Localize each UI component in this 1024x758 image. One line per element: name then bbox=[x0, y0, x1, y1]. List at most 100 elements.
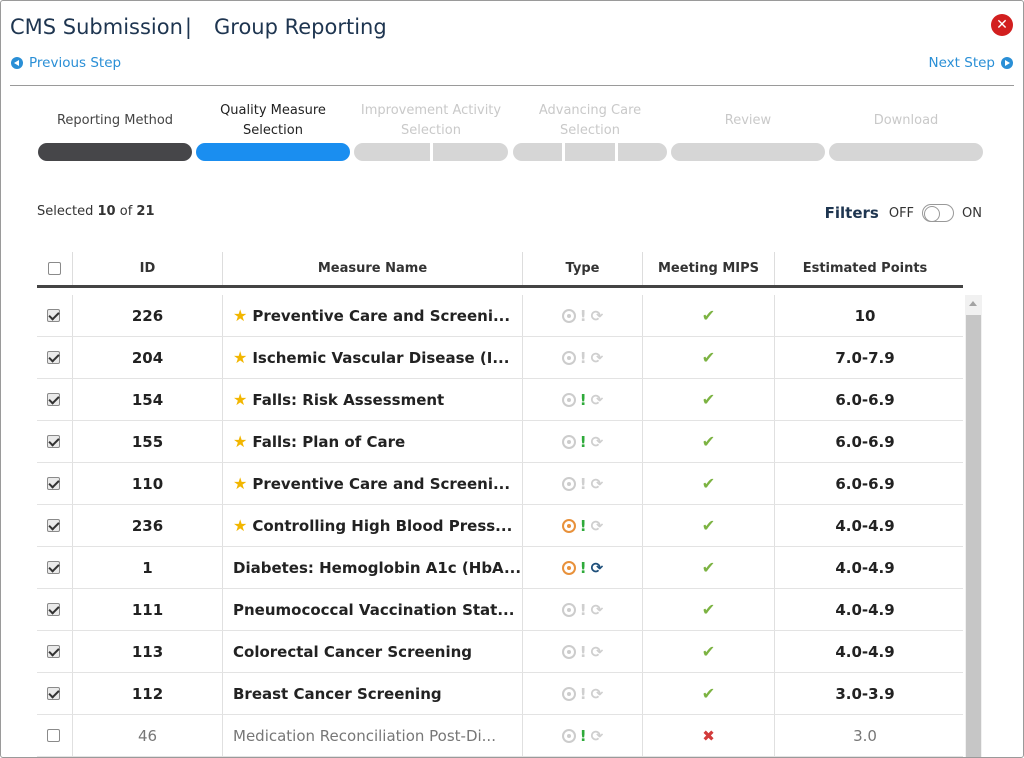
table-row[interactable]: 226 ★ Preventive Care and Screeni...! ⟳ ✔ 10 bbox=[37, 295, 963, 337]
row-checkbox[interactable] bbox=[47, 435, 60, 448]
row-checkbox[interactable] bbox=[47, 603, 60, 616]
previous-step-link[interactable]: Previous Step bbox=[11, 55, 121, 71]
row-checkbox-cell bbox=[37, 673, 73, 714]
measure-id: 226 bbox=[73, 295, 223, 336]
next-step-link[interactable]: Next Step bbox=[929, 55, 1013, 71]
sync-icon: ⟳ bbox=[590, 684, 604, 703]
measure-name[interactable]: Colorectal Cancer Screening bbox=[233, 643, 472, 661]
measure-name[interactable]: Medication Reconciliation Post-Di... bbox=[233, 727, 496, 745]
column-header-measure-name[interactable]: Measure Name bbox=[223, 252, 523, 285]
step-label: Review bbox=[724, 113, 772, 128]
step-progress-bar bbox=[671, 143, 825, 161]
select-all-cell bbox=[37, 252, 73, 285]
estimated-points: 4.0-4.9 bbox=[835, 516, 895, 535]
measure-id: 155 bbox=[73, 421, 223, 462]
measure-type-cell: ! ⟳ bbox=[523, 337, 643, 378]
measure-type-cell: ! ⟳ bbox=[523, 631, 643, 672]
measure-type-cell: ! ⟳ bbox=[523, 673, 643, 714]
table-row[interactable]: 113 Colorectal Cancer Screening! ⟳ ✔ 4.0-4.9 bbox=[37, 631, 963, 673]
row-checkbox[interactable] bbox=[47, 351, 60, 364]
measure-name[interactable]: Breast Cancer Screening bbox=[233, 685, 442, 703]
table-row[interactable]: 236 ★ Controlling High Blood Press...! ⟳ ✔ 4.… bbox=[37, 505, 963, 547]
table-row[interactable]: 204 ★ Ischemic Vascular Disease (I...! ⟳ ✔ 7.… bbox=[37, 337, 963, 379]
table-row[interactable]: 110 ★ Preventive Care and Screeni...! ⟳ ✔ 6.0… bbox=[37, 463, 963, 505]
step-improvement-activity-selection[interactable]: Improvement Activity Selection bbox=[354, 99, 508, 165]
estimated-points: 3.0-3.9 bbox=[835, 684, 895, 703]
table-row[interactable]: 46 Medication Reconciliation Post-Di...! ⟳… bbox=[37, 715, 963, 757]
select-all-checkbox[interactable] bbox=[48, 262, 61, 275]
measure-name-cell: ★ Controlling High Blood Press... bbox=[223, 505, 523, 546]
measure-name-cell: Diabetes: Hemoglobin A1c (HbA... bbox=[223, 547, 523, 588]
sync-icon: ⟳ bbox=[590, 432, 604, 451]
column-header-meeting-mips[interactable]: Meeting MIPS bbox=[643, 252, 775, 285]
measure-type-cell: ! ⟳ bbox=[523, 589, 643, 630]
table-row[interactable]: 1 Diabetes: Hemoglobin A1c (HbA...! ⟳ ✔ 4.0-… bbox=[37, 547, 963, 589]
measure-id: 204 bbox=[73, 337, 223, 378]
measure-name[interactable]: Ischemic Vascular Disease (I... bbox=[252, 349, 509, 367]
row-checkbox[interactable] bbox=[47, 519, 60, 532]
row-checkbox[interactable] bbox=[47, 729, 60, 742]
column-header-estimated-points[interactable]: Estimated Points bbox=[775, 252, 955, 285]
selection-summary: Selected 10 of 21 bbox=[37, 204, 155, 219]
row-checkbox[interactable] bbox=[47, 687, 60, 700]
column-header-type[interactable]: Type bbox=[523, 252, 643, 285]
x-icon: ✖ bbox=[702, 726, 715, 745]
measure-id: 112 bbox=[73, 673, 223, 714]
check-icon: ✔ bbox=[701, 348, 716, 367]
star-icon: ★ bbox=[233, 432, 248, 451]
check-icon: ✔ bbox=[701, 516, 716, 535]
estimated-points: 6.0-6.9 bbox=[835, 432, 895, 451]
step-progress-bar bbox=[38, 143, 192, 161]
step-review[interactable]: Review bbox=[671, 99, 825, 165]
table-row[interactable]: 155 ★ Falls: Plan of Care! ⟳ ✔ 6.0-6.9 bbox=[37, 421, 963, 463]
measure-name[interactable]: Diabetes: Hemoglobin A1c (HbA... bbox=[233, 559, 521, 577]
step-label: Advancing Care Selection bbox=[538, 103, 642, 138]
check-icon: ✔ bbox=[701, 558, 716, 577]
measure-name[interactable]: Falls: Plan of Care bbox=[252, 433, 405, 451]
measure-name[interactable]: Pneumococcal Vaccination Stat... bbox=[233, 601, 514, 619]
sync-icon: ⟳ bbox=[590, 726, 604, 745]
measure-name-cell: ★ Preventive Care and Screeni... bbox=[223, 295, 523, 336]
close-icon[interactable]: ✕ bbox=[991, 14, 1013, 36]
exclamation-icon: ! bbox=[579, 684, 587, 703]
measure-name[interactable]: Falls: Risk Assessment bbox=[252, 391, 444, 409]
step-progress-bar bbox=[829, 143, 983, 161]
measure-name[interactable]: Controlling High Blood Press... bbox=[252, 517, 512, 535]
step-label: Download bbox=[873, 113, 939, 128]
measure-name-cell: Breast Cancer Screening bbox=[223, 673, 523, 714]
step-advancing-care-selection[interactable]: Advancing Care Selection bbox=[513, 99, 667, 165]
row-checkbox[interactable] bbox=[47, 477, 60, 490]
row-checkbox[interactable] bbox=[47, 393, 60, 406]
row-checkbox[interactable] bbox=[47, 645, 60, 658]
measure-name-cell: ★ Falls: Risk Assessment bbox=[223, 379, 523, 420]
step-quality-measure-selection[interactable]: Quality Measure Selection bbox=[196, 99, 350, 165]
previous-step-label: Previous Step bbox=[29, 55, 122, 71]
row-checkbox-cell bbox=[37, 547, 73, 588]
step-download[interactable]: Download bbox=[829, 99, 983, 165]
circle-arrow-right-icon bbox=[1001, 57, 1013, 69]
row-checkbox[interactable] bbox=[47, 561, 60, 574]
step-reporting-method[interactable]: Reporting Method bbox=[38, 99, 192, 165]
star-icon: ★ bbox=[233, 474, 248, 493]
scroll-up-arrow-icon[interactable] bbox=[969, 301, 977, 306]
measure-type-cell: ! ⟳ bbox=[523, 463, 643, 504]
target-icon bbox=[561, 728, 576, 743]
star-icon: ★ bbox=[233, 516, 248, 535]
star-icon: ★ bbox=[233, 390, 248, 409]
table-row[interactable]: 112 Breast Cancer Screening! ⟳ ✔ 3.0-3.9 bbox=[37, 673, 963, 715]
table-row[interactable]: 111 Pneumococcal Vaccination Stat...! ⟳ ✔ 4.… bbox=[37, 589, 963, 631]
exclamation-icon: ! bbox=[579, 348, 587, 367]
row-checkbox-cell bbox=[37, 631, 73, 672]
exclamation-icon: ! bbox=[579, 558, 587, 577]
table-row[interactable]: 154 ★ Falls: Risk Assessment! ⟳ ✔ 6.0-6.9 bbox=[37, 379, 963, 421]
dialog-header: CMS Submission | Group Reporting bbox=[10, 11, 387, 43]
measure-id: 1 bbox=[73, 547, 223, 588]
row-checkbox[interactable] bbox=[47, 309, 60, 322]
measure-name[interactable]: Preventive Care and Screeni... bbox=[252, 475, 510, 493]
table-scrollbar[interactable] bbox=[965, 295, 982, 757]
filters-toggle[interactable] bbox=[922, 204, 955, 222]
scrollbar-thumb[interactable] bbox=[966, 315, 981, 757]
column-header-id[interactable]: ID bbox=[73, 252, 223, 285]
filters-on-label: ON bbox=[962, 205, 982, 221]
measure-name[interactable]: Preventive Care and Screeni... bbox=[252, 307, 510, 325]
